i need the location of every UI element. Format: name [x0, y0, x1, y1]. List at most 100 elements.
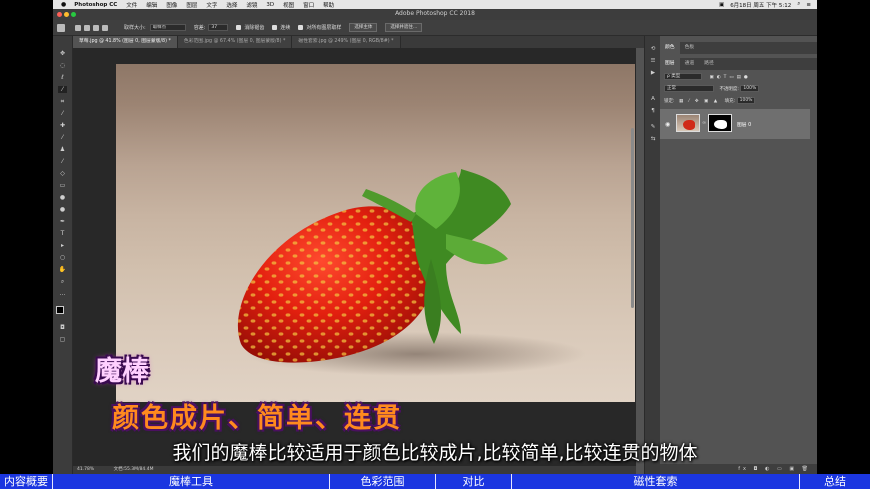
tab-paths[interactable]: 路径	[699, 58, 719, 70]
menu-app[interactable]: Photoshop CC	[74, 2, 117, 8]
quick-mask-icon[interactable]: ◘	[58, 324, 67, 331]
menu-edit[interactable]: 编辑	[146, 1, 157, 9]
chapter-compare[interactable]: 对比	[436, 474, 512, 489]
user-icon[interactable]: ▣	[719, 2, 724, 8]
menu-type[interactable]: 文字	[206, 1, 217, 9]
type-tool-icon[interactable]: T	[58, 230, 67, 237]
tab-strawberry[interactable]: 草莓.jpg @ 41.8% (图层 0, 图层蒙版/8) *	[73, 36, 178, 48]
layer-row[interactable]: ◉ ∞ 图层 0	[660, 109, 810, 139]
fill-input[interactable]: 100%	[736, 97, 756, 104]
healing-tool-icon[interactable]: ✚	[58, 122, 67, 129]
tab-color-range[interactable]: 色彩范围.jpg @ 67.4% (图层 0, 图层蒙版/8) *	[177, 36, 293, 48]
intersect-selection-icon[interactable]	[102, 24, 108, 31]
menu-list-icon[interactable]: ≡	[806, 2, 811, 8]
toolbox: ✥ ◌ ℓ ⁄ ⌗ ⁄ ✚ ⁄ ♟ ⁄ ◇ ▭ ● ● ✒ T ▸ ○ ✋ ⌕ …	[53, 36, 73, 474]
mask-link-icon[interactable]: ∞	[702, 120, 706, 126]
dodge-tool-icon[interactable]: ●	[58, 206, 67, 213]
menu-3d[interactable]: 3D	[266, 2, 274, 8]
menu-filter[interactable]: 滤镜	[246, 1, 257, 9]
eraser-tool-icon[interactable]: ◇	[58, 170, 67, 177]
antialias-checkbox[interactable]	[236, 25, 242, 30]
actions-panel-icon[interactable]: ▶	[649, 70, 657, 76]
history-brush-icon[interactable]: ⁄	[58, 158, 67, 165]
tab-color[interactable]: 颜色	[660, 42, 680, 54]
chapter-magnetic-lasso[interactable]: 磁性套索	[512, 474, 800, 489]
chapter-summary[interactable]: 总结	[800, 474, 870, 489]
add-selection-icon[interactable]	[84, 24, 90, 31]
properties-panel-icon[interactable]: ☰	[649, 58, 657, 64]
gradient-tool-icon[interactable]: ▭	[58, 182, 67, 189]
select-and-mask-button[interactable]: 选择并遮住...	[385, 23, 423, 32]
subtract-selection-icon[interactable]	[93, 24, 99, 31]
sample-size-select[interactable]: 取样点	[149, 24, 186, 31]
layer-filter-icons[interactable]: ▣◐T▭▤●	[709, 75, 750, 80]
layer-name[interactable]: 图层 0	[737, 121, 751, 128]
tab-layers[interactable]: 图层	[660, 58, 680, 70]
menubar-clock: 6月18日 周五 下午 5:12	[730, 2, 792, 9]
strawberry-image	[237, 169, 586, 376]
lock-icons[interactable]: ▦ ⁄ ✥ ▣ ▲	[679, 99, 719, 104]
menu-select[interactable]: 选择	[226, 1, 237, 9]
visibility-eye-icon[interactable]: ◉	[665, 121, 670, 128]
layers-panel-bottom-icons[interactable]: fx ◘ ◐ ▭ ▣ 🗑	[660, 464, 817, 474]
brush-panel-icon[interactable]: ✎	[649, 124, 657, 130]
select-subject-button[interactable]: 选择主体	[349, 23, 378, 32]
vertical-scrollbar[interactable]	[631, 128, 634, 308]
menu-window[interactable]: 窗口	[303, 1, 314, 9]
chapter-overview[interactable]: 内容概要	[0, 474, 53, 489]
menu-view[interactable]: 视图	[283, 1, 294, 9]
apple-icon[interactable]: ●	[61, 1, 66, 8]
character-panel-icon[interactable]: A	[649, 96, 657, 102]
move-tool-icon[interactable]: ✥	[58, 50, 67, 57]
layer-mask-thumbnail[interactable]	[708, 114, 732, 132]
new-selection-icon[interactable]	[75, 24, 81, 31]
menu-image[interactable]: 图像	[166, 1, 177, 9]
search-icon[interactable]: ⌕	[797, 1, 800, 8]
tolerance-input[interactable]: 37	[208, 24, 229, 31]
pen-tool-icon[interactable]: ✒	[58, 218, 67, 225]
zoom-tool-icon[interactable]: ⌕	[58, 278, 67, 285]
layer-kind-select[interactable]: ρ 类型	[664, 73, 702, 80]
sample-size-label: 取样大小:	[124, 25, 146, 31]
tab-swatches[interactable]: 色板	[680, 42, 700, 54]
magic-wand-tool-icon[interactable]: ⁄	[58, 86, 67, 93]
paragraph-panel-icon[interactable]: ¶	[649, 108, 657, 114]
zoom-level[interactable]: 41.78%	[77, 467, 94, 472]
path-select-icon[interactable]: ▸	[58, 242, 67, 249]
opacity-input[interactable]: 100%	[740, 85, 760, 92]
blend-row: 正常 不透明度: 100%	[664, 85, 760, 93]
crop-tool-icon[interactable]: ⌗	[58, 98, 67, 105]
chapter-color-range[interactable]: 色彩范围	[330, 474, 436, 489]
right-panels: 颜色 色板 图层 通道 路径 ρ 类型 ▣◐T▭▤● 正常 不透明度: 100%…	[660, 36, 817, 474]
more-tools-icon[interactable]: …	[58, 290, 67, 297]
all-layers-checkbox[interactable]	[298, 25, 304, 30]
menu-help[interactable]: 帮助	[323, 1, 334, 9]
foreground-color-swatch[interactable]	[56, 306, 64, 314]
menu-layer[interactable]: 图层	[186, 1, 197, 9]
hand-tool-icon[interactable]: ✋	[58, 266, 67, 273]
lasso-tool-icon[interactable]: ℓ	[58, 74, 67, 81]
fill-label: 填充:	[724, 99, 736, 104]
blur-tool-icon[interactable]: ●	[58, 194, 67, 201]
magic-wand-icon[interactable]	[57, 23, 65, 32]
chapter-magic-wand[interactable]: 魔棒工具	[53, 474, 330, 489]
opacity-label: 不透明度:	[719, 87, 739, 92]
document-canvas[interactable]	[116, 64, 635, 402]
screen-mode-icon[interactable]: ▢	[58, 336, 67, 343]
tab-channels[interactable]: 通道	[680, 58, 700, 70]
adjust-panel-icon[interactable]: ⇆	[649, 136, 657, 142]
eyedropper-tool-icon[interactable]: ⁄	[58, 110, 67, 117]
brush-tool-icon[interactable]: ⁄	[58, 134, 67, 141]
layers-panel-tabs: 图层 通道 路径	[660, 58, 817, 70]
contiguous-checkbox[interactable]	[272, 25, 278, 30]
history-panel-icon[interactable]: ⟲	[649, 46, 657, 52]
menu-file[interactable]: 文件	[126, 1, 137, 9]
panel-dock-icons: ⟲ ☰ ▶ A ¶ ✎ ⇆	[644, 36, 660, 474]
marquee-tool-icon[interactable]: ◌	[58, 62, 67, 69]
stamp-tool-icon[interactable]: ♟	[58, 146, 67, 153]
tab-magnetic-lasso[interactable]: 磁性套索.jpg @ 249% (图层 0, RGB/8#) *	[292, 36, 401, 48]
contiguous-label: 连续	[280, 25, 291, 31]
blend-mode-select[interactable]: 正常	[664, 85, 714, 92]
layer-thumbnail[interactable]	[676, 114, 700, 132]
shape-tool-icon[interactable]: ○	[58, 254, 67, 261]
